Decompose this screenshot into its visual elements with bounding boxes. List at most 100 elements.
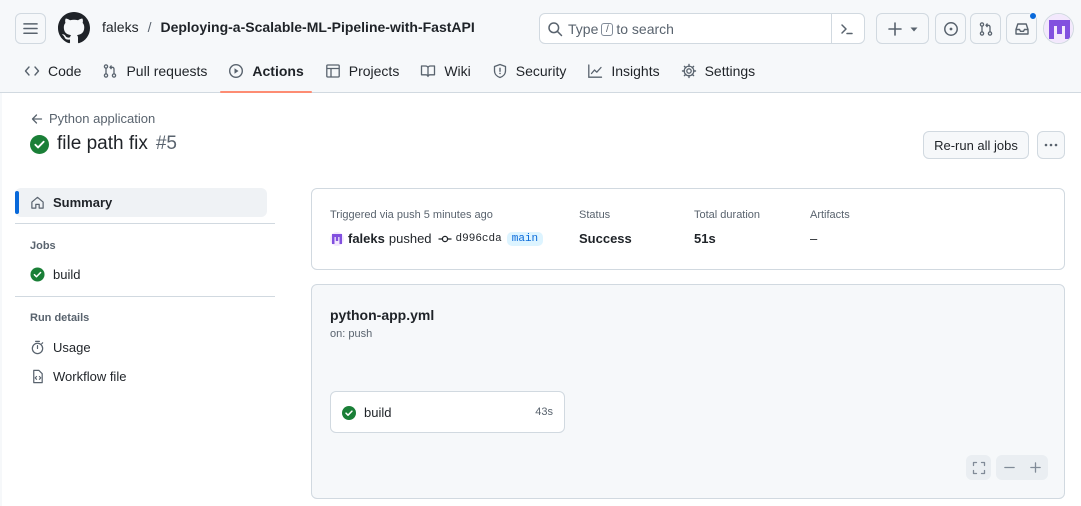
tab-label: Wiki xyxy=(444,63,471,79)
repo-breadcrumb: faleks / Deploying-a-Scalable-ML-Pipelin… xyxy=(102,19,475,35)
tab-label: Security xyxy=(515,63,567,79)
zoom-out-button[interactable] xyxy=(996,455,1022,480)
push-action-text: pushed xyxy=(388,231,432,246)
search-divider xyxy=(831,14,832,43)
sidebar-item-label: Usage xyxy=(53,340,91,355)
sidebar-item-label: Summary xyxy=(53,195,113,210)
artifacts-value: – xyxy=(810,231,818,246)
job-node-build[interactable]: build 43s xyxy=(330,391,565,433)
play-icon xyxy=(229,63,244,79)
plus-icon xyxy=(887,21,902,36)
zoom-in-button[interactable] xyxy=(1022,455,1048,480)
code-icon xyxy=(24,66,40,76)
run-options-button[interactable] xyxy=(1037,131,1065,159)
tab-insights[interactable]: Insights xyxy=(579,56,667,86)
repo-nav-tabs: Code Pull requests Actions Projects Wiki Secu… xyxy=(16,56,768,93)
repo-owner-link[interactable]: faleks xyxy=(102,19,139,35)
tab-code[interactable]: Code xyxy=(16,56,89,86)
run-number: #5 xyxy=(155,133,177,154)
issues-button[interactable] xyxy=(935,13,966,44)
trigger-detail: faleks pushed d996cda main xyxy=(330,231,544,246)
kebab-horizontal-icon xyxy=(1044,143,1058,147)
sidebar-divider xyxy=(15,296,275,297)
repo-name-link[interactable]: Deploying-a-Scalable-ML-Pipeline-with-Fa… xyxy=(160,19,474,35)
tab-label: Settings xyxy=(704,63,756,79)
graph-icon xyxy=(588,64,603,78)
run-summary-card: Triggered via push 5 minutes ago faleks … xyxy=(311,188,1065,270)
workflow-back-link[interactable]: Python application xyxy=(31,111,155,126)
run-title-text: file path fix xyxy=(57,133,148,154)
sidebar-item-label: Workflow file xyxy=(53,369,127,384)
table-icon xyxy=(325,64,340,78)
actor-avatar[interactable] xyxy=(330,231,344,246)
file-code-icon xyxy=(33,369,43,384)
zoom-controls xyxy=(996,455,1048,480)
pull-requests-button[interactable] xyxy=(970,13,1001,44)
book-icon xyxy=(421,65,436,78)
commit-sha-link[interactable]: d996cda xyxy=(456,233,502,245)
fullscreen-button[interactable] xyxy=(966,455,991,480)
jobs-heading: Jobs xyxy=(30,240,56,252)
screen-full-icon xyxy=(972,461,985,474)
trigger-label: Triggered via push 5 minutes ago xyxy=(330,209,493,221)
user-avatar[interactable] xyxy=(1043,13,1074,44)
branch-label[interactable]: main xyxy=(506,231,544,246)
triangle-down-icon xyxy=(910,27,917,31)
search-shortcut-key: / xyxy=(601,22,614,36)
duration-label: Total duration xyxy=(694,209,761,221)
git-pull-request-icon xyxy=(104,64,117,78)
rerun-all-jobs-button[interactable]: Re-run all jobs xyxy=(923,131,1029,159)
gear-icon xyxy=(681,63,696,79)
tab-label: Insights xyxy=(611,63,660,79)
tab-label: Projects xyxy=(348,63,400,79)
search-icon xyxy=(548,22,563,37)
check-circle-fill-icon xyxy=(342,406,356,420)
sidebar-divider xyxy=(15,223,275,224)
git-pull-request-icon xyxy=(979,21,992,36)
sidebar-item-usage[interactable]: Usage xyxy=(30,340,91,355)
stopwatch-icon xyxy=(31,340,44,355)
tab-projects[interactable]: Projects xyxy=(317,56,408,86)
search-placeholder-after: to search xyxy=(616,21,674,37)
job-duration: 43s xyxy=(535,406,553,418)
identicon-icon xyxy=(330,231,344,246)
actor-link[interactable]: faleks xyxy=(348,231,385,246)
tab-wiki[interactable]: Wiki xyxy=(412,56,478,86)
tab-pull-requests[interactable]: Pull requests xyxy=(94,56,215,86)
job-name: build xyxy=(364,405,392,420)
home-icon xyxy=(31,196,44,209)
shield-icon xyxy=(493,63,506,79)
tab-label: Actions xyxy=(252,63,304,79)
page-edge xyxy=(0,93,2,506)
sidebar-item-label: build xyxy=(53,267,81,282)
tab-label: Code xyxy=(48,63,82,79)
search-input[interactable]: Type / to search xyxy=(539,13,865,44)
check-circle-fill-icon xyxy=(30,134,49,154)
workflow-trigger: on: push xyxy=(330,328,373,340)
issue-opened-icon xyxy=(943,21,958,36)
plus-icon xyxy=(1029,462,1041,473)
sidebar-item-build-job[interactable]: build xyxy=(30,267,80,282)
tab-security[interactable]: Security xyxy=(484,56,575,86)
inbox-icon xyxy=(1014,22,1029,35)
duration-value[interactable]: 51s xyxy=(694,231,716,246)
command-palette-icon[interactable] xyxy=(839,21,855,37)
github-logo-icon[interactable] xyxy=(58,12,90,44)
breadcrumb-separator: / xyxy=(147,19,152,35)
global-header: faleks / Deploying-a-Scalable-ML-Pipelin… xyxy=(0,0,1081,93)
identicon-icon xyxy=(1044,14,1073,43)
workflow-name: Python application xyxy=(49,111,156,126)
menu-button[interactable] xyxy=(15,13,46,44)
sidebar-item-summary[interactable]: Summary xyxy=(15,188,267,217)
tab-settings[interactable]: Settings xyxy=(673,56,764,86)
tab-label: Pull requests xyxy=(126,63,208,79)
check-circle-fill-icon xyxy=(30,267,45,282)
tab-actions[interactable]: Actions xyxy=(220,56,313,93)
run-details-heading: Run details xyxy=(30,312,90,324)
arrow-left-icon xyxy=(31,113,43,124)
sidebar-item-workflow-file[interactable]: Workflow file xyxy=(30,369,126,384)
create-new-button[interactable] xyxy=(876,13,929,44)
git-commit-icon xyxy=(438,235,452,242)
run-title: file path fix #5 xyxy=(30,133,177,155)
artifacts-label: Artifacts xyxy=(810,209,850,221)
